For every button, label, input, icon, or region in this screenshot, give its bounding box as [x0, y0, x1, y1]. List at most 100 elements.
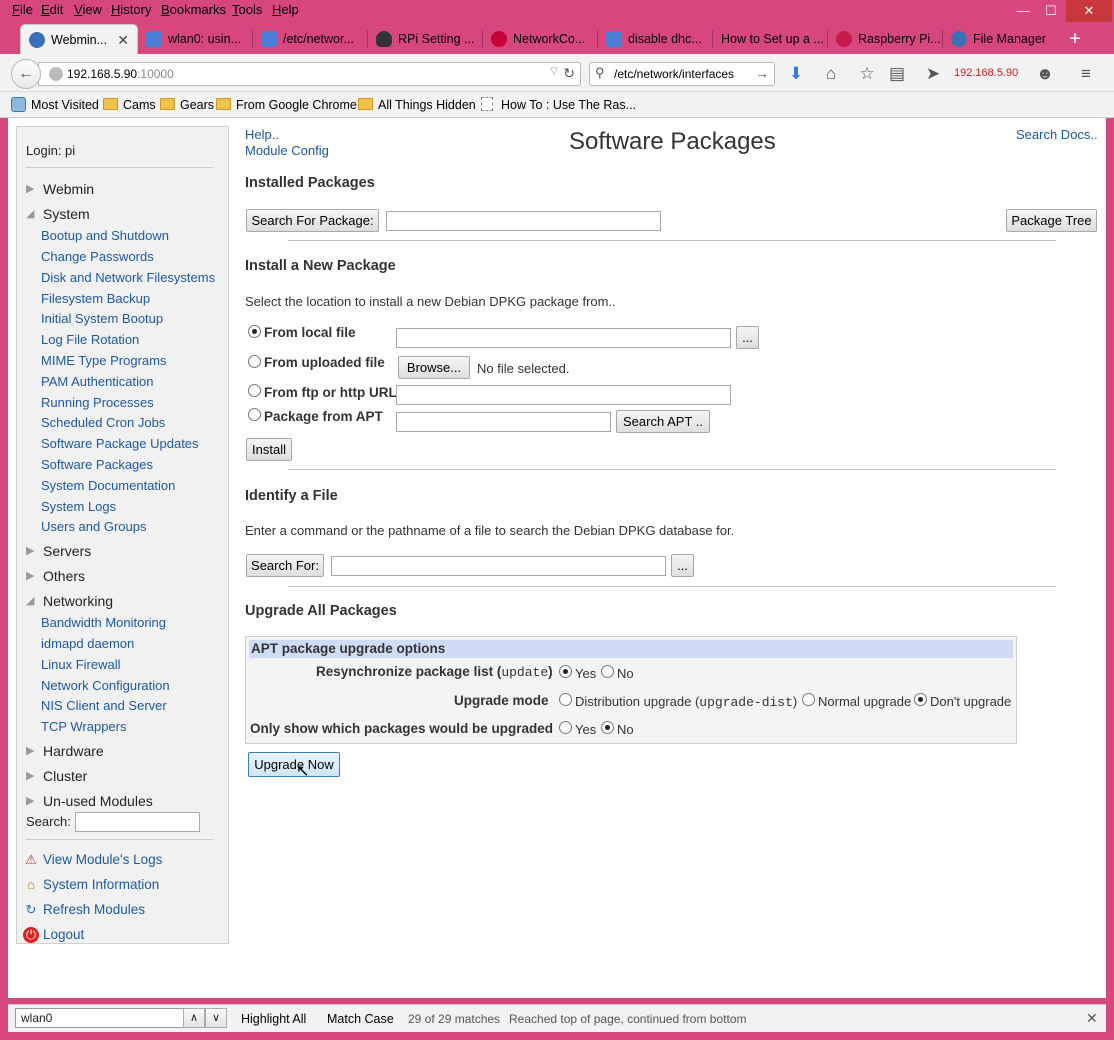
sidebar-item-network-configuration[interactable]: Network Configuration [41, 678, 170, 693]
menu-tools[interactable]: Tools [232, 2, 262, 17]
search-bar[interactable]: ⚲ /etc/network/interfaces → [589, 62, 775, 86]
menu-file[interactable]: File [12, 2, 33, 17]
smiley-icon[interactable]: ☻ [1034, 63, 1056, 85]
sidebar-item-disk-network-fs[interactable]: Disk and Network Filesystems [41, 270, 215, 285]
tab-how-to-set-up[interactable]: How to Set up a ... [713, 24, 827, 54]
bookmark-from-google-chrome[interactable]: From Google Chrome [216, 98, 357, 112]
match-case-toggle[interactable]: Match Case [327, 1012, 394, 1026]
sidebar-item-tcp-wrappers[interactable]: TCP Wrappers [41, 719, 127, 734]
logout-link[interactable]: ⏻ Logout [23, 927, 84, 943]
package-from-apt-radio[interactable] [248, 408, 261, 421]
sidebar-item-pam-authentication[interactable]: PAM Authentication [41, 374, 154, 389]
install-button[interactable]: Install [246, 438, 292, 461]
sidebar-item-linux-firewall[interactable]: Linux Firewall [41, 657, 120, 672]
resync-no-radio[interactable] [601, 665, 614, 678]
sidebar-item-log-file-rotation[interactable]: Log File Rotation [41, 332, 139, 347]
local-file-chooser-button[interactable]: ... [736, 326, 759, 349]
bookmark-gears[interactable]: Gears [160, 98, 214, 112]
reload-icon[interactable]: ↻ [563, 65, 575, 82]
url-bar[interactable]: 192.168.5.90:10000 ▽ ↻ [38, 62, 581, 86]
category-servers[interactable]: ▶ Servers [26, 543, 91, 559]
module-config-link[interactable]: Module Config [245, 143, 329, 158]
sidebar-item-filesystem-backup[interactable]: Filesystem Backup [41, 291, 150, 306]
sidebar-item-bandwidth-monitoring[interactable]: Bandwidth Monitoring [41, 615, 166, 630]
package-tree-button[interactable]: Package Tree [1006, 209, 1097, 232]
menu-view[interactable]: View [74, 2, 102, 17]
sidebar-item-software-package-updates[interactable]: Software Package Updates [41, 436, 199, 451]
sidebar-search-input[interactable] [75, 812, 200, 832]
dist-upgrade-radio[interactable] [559, 693, 572, 706]
refresh-modules-link[interactable]: ↻ Refresh Modules [26, 902, 146, 917]
send-icon[interactable]: ➤ [922, 63, 944, 85]
menu-history[interactable]: History [111, 2, 151, 17]
apt-package-input[interactable] [396, 412, 611, 432]
dropdown-arrow-icon[interactable]: ▽ [550, 66, 558, 77]
upgrade-now-button[interactable]: Upgrade Now [248, 752, 340, 777]
only-show-no-radio[interactable] [601, 721, 614, 734]
find-next-button[interactable]: ∨ [205, 1008, 227, 1028]
identify-file-chooser-button[interactable]: ... [671, 554, 694, 577]
only-show-yes-radio[interactable] [559, 721, 572, 734]
package-search-input[interactable] [386, 211, 661, 231]
tab-raspberry-pi[interactable]: Raspberry Pi... [828, 24, 942, 54]
bookmark-most-visited[interactable]: Most Visited [11, 97, 99, 112]
sidebar-item-bootup-shutdown[interactable]: Bootup and Shutdown [41, 228, 169, 243]
url-input[interactable] [396, 385, 731, 405]
local-file-input[interactable] [396, 328, 731, 348]
minimize-button[interactable]: — [1010, 0, 1036, 22]
search-apt-button[interactable]: Search APT .. [616, 410, 710, 433]
tab-close-icon[interactable]: ✕ [117, 25, 129, 54]
category-system[interactable]: ◢ System [26, 206, 90, 222]
find-input[interactable]: wlan0 [15, 1008, 185, 1028]
category-networking[interactable]: ◢ Networking [26, 593, 113, 609]
bookmark-how-to[interactable]: How To : Use The Ras... [481, 97, 636, 112]
menu-bookmarks[interactable]: Bookmarks [161, 2, 226, 17]
sidebar-item-scheduled-cron-jobs[interactable]: Scheduled Cron Jobs [41, 415, 165, 430]
close-window-button[interactable]: ✕ [1066, 0, 1112, 22]
search-for-button[interactable]: Search For: [246, 554, 324, 577]
tab-networkco[interactable]: NetworkCo... [483, 24, 597, 54]
tab-wlan0[interactable]: wlan0: usin... [138, 24, 252, 54]
tab-webmin[interactable]: Webmin... ✕ [20, 24, 138, 54]
find-previous-button[interactable]: ∧ [183, 1008, 205, 1028]
category-webmin[interactable]: ▶ Webmin [26, 181, 94, 197]
category-unused-modules[interactable]: ▶ Un-used Modules [26, 793, 153, 809]
category-cluster[interactable]: ▶ Cluster [26, 768, 87, 784]
hamburger-menu-icon[interactable]: ≡ [1075, 63, 1097, 85]
category-others[interactable]: ▶ Others [26, 568, 85, 584]
maximize-button[interactable]: ☐ [1038, 0, 1064, 22]
search-go-icon[interactable]: → [755, 65, 769, 81]
resync-yes-radio[interactable] [559, 665, 572, 678]
back-button[interactable]: ← [11, 59, 41, 89]
sidebar-item-change-passwords[interactable]: Change Passwords [41, 249, 154, 264]
sidebar-item-running-processes[interactable]: Running Processes [41, 395, 154, 410]
highlight-all-toggle[interactable]: Highlight All [241, 1012, 306, 1026]
from-url-radio[interactable] [248, 384, 261, 397]
search-for-package-button[interactable]: Search For Package: [246, 209, 379, 232]
sidebar-item-idmapd-daemon[interactable]: idmapd daemon [41, 636, 134, 651]
sidebar-item-system-logs[interactable]: System Logs [41, 499, 116, 514]
sidebar-item-mime-type-programs[interactable]: MIME Type Programs [41, 353, 166, 368]
ip-indicator[interactable]: 192.168.5.90 [954, 67, 1018, 79]
dont-upgrade-radio[interactable] [914, 693, 927, 706]
home-icon[interactable]: ⌂ [820, 63, 842, 85]
bookmark-star-icon[interactable]: ☆ [856, 63, 878, 85]
from-uploaded-file-radio[interactable] [248, 355, 261, 368]
sidebar-item-system-documentation[interactable]: System Documentation [41, 478, 175, 493]
search-docs-link[interactable]: Search Docs.. [1016, 127, 1098, 142]
from-local-file-radio[interactable] [248, 325, 261, 338]
bookmark-all-things-hidden[interactable]: All Things Hidden [358, 98, 476, 112]
view-module-logs-link[interactable]: ⚠ View Module's Logs [25, 852, 162, 867]
menu-help[interactable]: Help [272, 2, 299, 17]
category-hardware[interactable]: ▶ Hardware [26, 743, 104, 759]
menu-edit[interactable]: Edit [41, 2, 63, 17]
sidebar-item-users-and-groups[interactable]: Users and Groups [41, 519, 147, 534]
sidebar-item-initial-system-bootup[interactable]: Initial System Bootup [41, 311, 163, 326]
help-link[interactable]: Help.. [245, 127, 279, 142]
identify-file-input[interactable] [331, 556, 666, 576]
download-icon[interactable]: ⬇ [785, 63, 807, 85]
reading-list-icon[interactable]: ▤ [886, 63, 908, 85]
normal-upgrade-radio[interactable] [802, 693, 815, 706]
tab-file-manager[interactable]: File Manager [943, 24, 1057, 54]
close-icon[interactable]: ✕ [1086, 1010, 1098, 1027]
